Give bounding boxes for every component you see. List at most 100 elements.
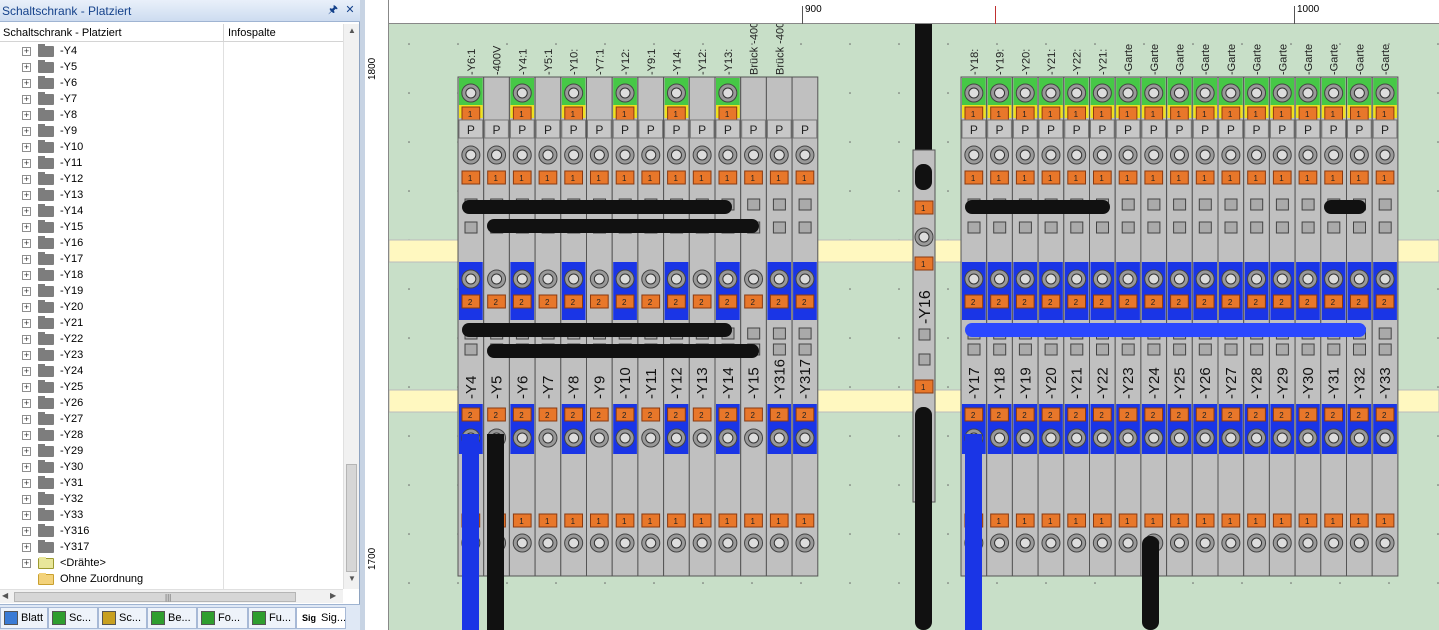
tree-item[interactable]: + -Y316 [0,523,340,539]
tree-item[interactable]: + -Y5 [0,59,340,75]
vertical-scroll-thumb[interactable] [346,464,357,572]
cabinet-layout-drawing[interactable]: 900 1000 1800 1700 1 P 1 2 2 1 -Y6:1 -Y4 P 1 2 2 1 -4… [365,0,1439,630]
expand-icon[interactable]: + [22,287,31,296]
expand-icon[interactable]: + [22,415,31,424]
expand-icon[interactable]: + [22,271,31,280]
expand-icon[interactable]: + [22,255,31,264]
p-label: P [595,123,603,137]
tree-item[interactable]: + -Y6 [0,75,340,91]
expand-icon[interactable]: + [22,399,31,408]
expand-icon[interactable]: + [22,479,31,488]
tree-item[interactable]: + -Y10 [0,139,340,155]
tree-item[interactable]: + -Y26 [0,395,340,411]
expand-icon[interactable]: + [22,383,31,392]
tree-item[interactable]: + -Y21 [0,315,340,331]
marker-tag-label: 2 [1074,411,1079,420]
tree-item[interactable]: + -Y9 [0,123,340,139]
screw-inner [696,537,708,549]
tree-item[interactable]: + -Y29 [0,443,340,459]
terminal-strip-svg[interactable]: 1 P 1 2 2 1 -Y6:1 -Y4 P 1 2 2 1 -400V -Y5 1 P 1 2 2 1 -Y4:1 -Y… [389,24,1439,630]
expand-icon[interactable]: + [22,463,31,472]
expand-icon[interactable]: + [22,191,31,200]
expand-icon[interactable]: + [22,495,31,504]
scroll-left-icon[interactable]: ◀ [2,591,8,600]
expand-icon[interactable]: + [22,159,31,168]
tree-item[interactable]: + -Y31 [0,475,340,491]
horizontal-scroll-thumb[interactable]: ||| [14,592,296,602]
tree-item[interactable]: + -Y19 [0,283,340,299]
expand-icon[interactable]: + [22,319,31,328]
expand-icon[interactable]: + [22,511,31,520]
expand-icon[interactable]: + [22,207,31,216]
tree-item[interactable]: + -Y14 [0,203,340,219]
horizontal-scrollbar[interactable]: ◀ ||| ▶ [0,589,343,603]
expand-icon[interactable]: + [22,543,31,552]
expand-icon[interactable]: + [22,239,31,248]
tree-view[interactable]: + -Y4 + -Y5 + -Y6 + -Y7 + -Y8 + -Y9 + -Y10 + -Y11 + -Y12 +… [0,43,343,588]
tab-0[interactable]: Blatt [0,607,48,629]
expand-icon[interactable]: + [22,47,31,56]
marker-tag-label: 2 [725,298,730,307]
marker-tag-label: 2 [699,411,704,420]
tree-item[interactable]: + -Y25 [0,379,340,395]
tree-item[interactable]: + -Y27 [0,411,340,427]
grid-dot [898,533,900,535]
tree-item[interactable]: + -Y32 [0,491,340,507]
tree-item[interactable]: + -Y20 [0,299,340,315]
tree-item[interactable]: Ohne Zuordnung [0,571,340,587]
tree-item[interactable]: + -Y8 [0,107,340,123]
scroll-right-icon[interactable]: ▶ [330,591,336,600]
tree-item[interactable]: + -Y16 [0,235,340,251]
vertical-scrollbar[interactable]: ▲ ▼ [343,24,359,589]
tree-item[interactable]: + -Y17 [0,251,340,267]
expand-icon[interactable]: + [22,143,31,152]
expand-icon[interactable]: + [22,367,31,376]
tree-item[interactable]: + -Y13 [0,187,340,203]
pin-icon[interactable]: 🖈 [326,3,340,17]
expand-icon[interactable]: + [22,559,31,568]
tree-item[interactable]: + -Y4 [0,43,340,59]
tab-5[interactable]: Fu... [248,607,296,629]
tree-item[interactable]: + -Y28 [0,427,340,443]
tab-6[interactable]: Sig Sig... [296,607,346,629]
tree-item[interactable]: + -Y15 [0,219,340,235]
expand-icon[interactable]: + [22,335,31,344]
tree-item[interactable]: + -Y18 [0,267,340,283]
expand-icon[interactable]: + [22,95,31,104]
screw-inner [1328,149,1340,161]
expand-icon[interactable]: + [22,79,31,88]
expand-icon[interactable]: + [22,63,31,72]
column-divider[interactable] [223,24,224,42]
expand-icon[interactable]: + [22,127,31,136]
tree-item[interactable]: + -Y317 [0,539,340,555]
tree-item[interactable]: + -Y11 [0,155,340,171]
tree-item[interactable]: + -Y23 [0,347,340,363]
expand-icon[interactable]: + [22,111,31,120]
scroll-down-icon[interactable]: ▼ [347,574,357,586]
tab-2[interactable]: Sc... [98,607,147,629]
tree-item[interactable]: + -Y22 [0,331,340,347]
expand-icon[interactable]: + [22,303,31,312]
tree-item[interactable]: + -Y24 [0,363,340,379]
expand-icon[interactable]: + [22,223,31,232]
expand-icon[interactable]: + [22,527,31,536]
column-header-name[interactable]: Schaltschrank - Platziert [3,27,122,39]
tab-1[interactable]: Sc... [48,607,98,629]
tree-item[interactable]: + -Y30 [0,459,340,475]
expand-icon[interactable]: + [22,431,31,440]
tab-3[interactable]: Be... [147,607,197,629]
tree-item[interactable]: + -Y12 [0,171,340,187]
column-header-info[interactable]: Infospalte [228,27,276,39]
tree-item[interactable]: + -Y33 [0,507,340,523]
expand-icon[interactable]: + [22,351,31,360]
expand-icon[interactable]: + [22,447,31,456]
scroll-up-icon[interactable]: ▲ [347,26,357,38]
tree-item[interactable]: + -Y7 [0,91,340,107]
tab-4[interactable]: Fo... [197,607,248,629]
close-icon[interactable]: ✕ [343,3,357,17]
expand-icon[interactable]: + [22,175,31,184]
tree-item[interactable]: + <Drähte> [0,555,340,571]
screw-inner [542,537,554,549]
drawing-canvas[interactable]: 1 P 1 2 2 1 -Y6:1 -Y4 P 1 2 2 1 -400V -Y5 1 P 1 2 2 1 -Y4:1 -Y… [389,24,1439,630]
marker-tag-label: 1 [1331,517,1336,526]
